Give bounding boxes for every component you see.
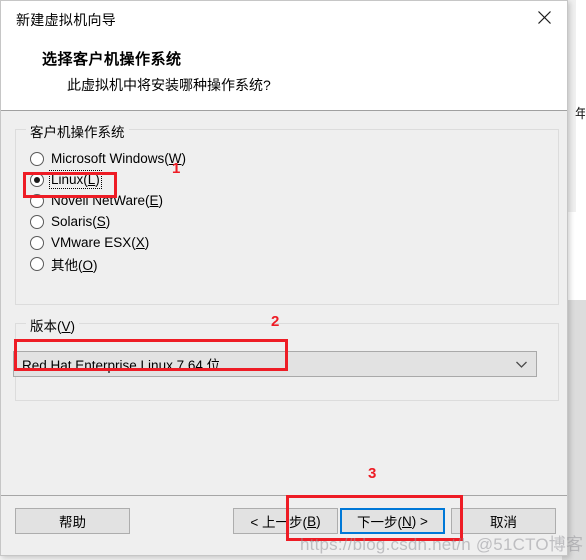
version-select-value: Red Hat Enterprise Linux 7 64 位 bbox=[22, 358, 221, 373]
guest-os-groupbox: 客户机操作系统 Microsoft Windows(W) Linux(L) No… bbox=[15, 121, 559, 305]
guest-os-radio-group: Microsoft Windows(W) Linux(L) Novell Net… bbox=[30, 148, 186, 274]
radio-indicator-windows bbox=[30, 151, 44, 166]
help-button[interactable]: 帮助 bbox=[15, 508, 130, 534]
radio-label-solaris: Solaris(S) bbox=[51, 214, 111, 229]
dialog-footer: 帮助 < 上一步(B) 下一步(N) > 取消 bbox=[1, 495, 567, 555]
close-button[interactable] bbox=[521, 1, 567, 33]
radio-label-other: 其他(O) bbox=[51, 257, 98, 273]
version-select[interactable]: Red Hat Enterprise Linux 7 64 位 bbox=[13, 351, 537, 377]
guest-os-groupbox-legend-text: 客户机操作系统 bbox=[30, 125, 125, 140]
cancel-button[interactable]: 取消 bbox=[451, 508, 556, 534]
page-subtitle: 此虚拟机中将安装哪种操作系统? bbox=[67, 77, 271, 93]
version-groupbox-legend: 版本(V) bbox=[26, 315, 80, 335]
radio-indicator-netware bbox=[30, 193, 44, 208]
radio-option-solaris[interactable]: Solaris(S) bbox=[30, 211, 186, 232]
dialog-titlebar: 新建虚拟机向导 选择客户机操作系统 此虚拟机中将安装哪种操作系统? bbox=[1, 1, 567, 111]
radio-option-microsoft-windows[interactable]: Microsoft Windows(W) bbox=[30, 148, 186, 169]
radio-option-novell-netware[interactable]: Novell NetWare(E) bbox=[30, 190, 186, 211]
back-button[interactable]: < 上一步(B) bbox=[233, 508, 338, 534]
radio-label-vmware-esx: VMware ESX(X) bbox=[51, 235, 150, 250]
guest-os-groupbox-legend: 客户机操作系统 bbox=[26, 121, 129, 141]
chevron-down-icon bbox=[506, 360, 536, 369]
radio-indicator-linux bbox=[30, 172, 44, 187]
background-clipped-text: 年 bbox=[575, 106, 585, 121]
radio-label-microsoft-windows: Microsoft Windows(W) bbox=[51, 151, 187, 166]
dialog-body: 客户机操作系统 Microsoft Windows(W) Linux(L) No… bbox=[1, 111, 567, 495]
page-title: 选择客户机操作系统 bbox=[42, 51, 182, 68]
radio-label-novell-netware: Novell NetWare(E) bbox=[51, 193, 164, 208]
radio-option-other[interactable]: 其他(O) bbox=[30, 253, 186, 274]
close-icon bbox=[537, 10, 552, 25]
next-button[interactable]: 下一步(N) > bbox=[340, 508, 445, 534]
new-virtual-machine-wizard-dialog: 新建虚拟机向导 选择客户机操作系统 此虚拟机中将安装哪种操作系统? 客户机操作系… bbox=[0, 0, 568, 556]
radio-option-linux[interactable]: Linux(L) bbox=[30, 169, 186, 190]
radio-option-vmware-esx[interactable]: VMware ESX(X) bbox=[30, 232, 186, 253]
window-title: 新建虚拟机向导 bbox=[16, 12, 117, 28]
radio-label-linux: Linux(L) bbox=[49, 170, 102, 189]
radio-indicator-other bbox=[30, 256, 44, 271]
radio-indicator-solaris bbox=[30, 214, 44, 229]
radio-indicator-vmware-esx bbox=[30, 235, 44, 250]
